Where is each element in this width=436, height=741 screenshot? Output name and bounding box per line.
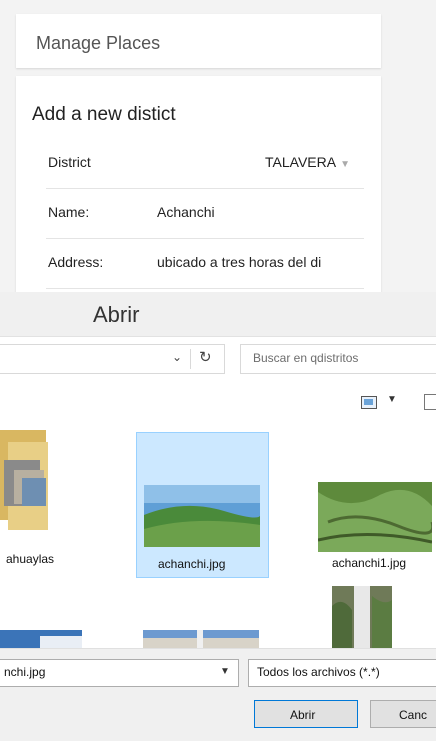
- thumbnail-image: [318, 482, 432, 552]
- open-file-dialog: Abrir ⌄ ↻ Buscar en qdistritos ▼ ahuayla…: [0, 292, 436, 741]
- view-toolbar: ▼: [0, 382, 436, 422]
- select-caret-icon: ▼: [340, 159, 350, 170]
- district-select-value: TALAVERA: [265, 154, 337, 170]
- thumbnail-image: [144, 485, 260, 547]
- name-label: Name:: [48, 204, 90, 220]
- dialog-footer: nchi.jpg ▼ Todos los archivos (*.*) Abri…: [0, 648, 436, 741]
- refresh-icon[interactable]: ↻: [199, 348, 212, 366]
- dialog-title: Abrir: [93, 302, 140, 327]
- preview-pane-icon[interactable]: [424, 394, 436, 410]
- chevron-down-icon[interactable]: ⌄: [172, 350, 182, 364]
- name-input[interactable]: Achanchi: [157, 204, 215, 220]
- file-name: achanchi.jpg: [158, 557, 226, 571]
- folder-icon: [0, 430, 48, 530]
- search-input[interactable]: Buscar en qdistritos: [240, 344, 436, 374]
- chevron-down-icon[interactable]: ▼: [220, 666, 230, 677]
- view-mode-icon[interactable]: [361, 396, 377, 409]
- address-bar[interactable]: ⌄ ↻: [0, 344, 225, 374]
- file-type-value: Todos los archivos (*.*): [257, 665, 380, 679]
- view-mode-dropdown-icon[interactable]: ▼: [387, 394, 397, 405]
- file-name: achanchi1.jpg: [332, 556, 407, 570]
- district-label: District: [48, 154, 91, 170]
- open-button[interactable]: Abrir: [254, 700, 358, 728]
- address-input[interactable]: ubicado a tres horas del di: [157, 254, 321, 270]
- dialog-titlebar[interactable]: Abrir: [0, 292, 436, 337]
- form-title: Add a new distict: [32, 104, 176, 125]
- file-name-input[interactable]: nchi.jpg ▼: [0, 659, 239, 687]
- open-button-label: Abrir: [290, 708, 316, 722]
- file-name: ahuaylas: [6, 552, 55, 566]
- thumbnail-image: [0, 630, 82, 648]
- file-type-select[interactable]: Todos los archivos (*.*): [248, 659, 436, 687]
- name-row: Name: Achanchi: [46, 188, 364, 239]
- address-label: Address:: [48, 254, 104, 270]
- cancel-button[interactable]: Canc: [370, 700, 436, 728]
- address-row: Address: ubicado a tres horas del di: [46, 238, 364, 289]
- thumbnail-image: [332, 586, 392, 648]
- thumbnail-image: [143, 630, 259, 648]
- file-list: ahuaylas achanchi.jpg achanchi1.jpg: [0, 422, 436, 648]
- search-placeholder: Buscar en qdistritos: [253, 351, 359, 365]
- district-select[interactable]: TALAVERA ▼: [265, 154, 350, 170]
- address-bar-divider: [190, 349, 191, 369]
- folder-tile[interactable]: ahuaylas: [0, 422, 80, 572]
- page-title: Manage Places: [36, 33, 161, 53]
- district-row: District TALAVERA ▼: [46, 138, 364, 189]
- manage-places-app: Manage Places Add a new distict District…: [0, 0, 436, 306]
- file-tile-selected[interactable]: achanchi.jpg: [136, 432, 269, 578]
- file-tile[interactable]: achanchi1.jpg: [306, 432, 436, 576]
- cancel-button-label: Canc: [399, 708, 428, 722]
- manage-places-header: Manage Places: [16, 14, 381, 68]
- file-name-value: nchi.jpg: [4, 665, 46, 679]
- add-district-card: Add a new distict District TALAVERA ▼ Nam…: [16, 76, 381, 306]
